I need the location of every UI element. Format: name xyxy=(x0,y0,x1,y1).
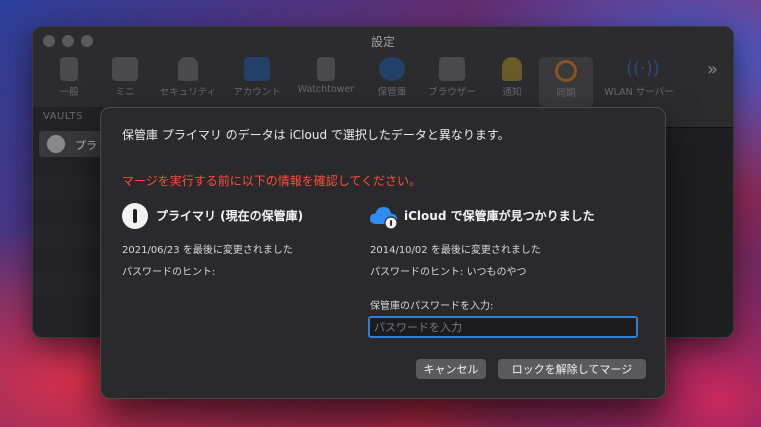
toolbar-label: ブラウザー xyxy=(428,87,476,98)
toolbar-label: Watchtower xyxy=(297,84,355,95)
vault-icon xyxy=(379,57,405,81)
vault-list-item[interactable]: プラ xyxy=(39,131,103,157)
vault-keyhole-icon xyxy=(122,203,148,229)
bell-icon xyxy=(502,57,522,81)
icloud-hint-value: いつものやつ xyxy=(466,267,527,278)
sync-icon xyxy=(555,60,577,82)
icloud-hint-label: パスワードのヒント: xyxy=(370,267,464,278)
mini-icon xyxy=(112,57,138,81)
icloud-vault-hint: パスワードのヒント: いつものやつ xyxy=(370,263,527,278)
wifi-icon: ((·)) xyxy=(626,58,660,79)
cancel-button[interactable]: キャンセル xyxy=(416,359,486,379)
toolbar-notifications[interactable]: 通知 xyxy=(491,57,533,107)
vault-icon xyxy=(47,135,65,153)
dialog-message: 保管庫 プライマリ のデータは iCloud で選択したデータと異なります。 xyxy=(122,128,510,142)
toolbar-security[interactable]: セキュリティ xyxy=(155,57,221,107)
toolbar-general[interactable]: 一般 xyxy=(47,57,91,107)
sidebar-row xyxy=(33,225,103,249)
toolbar-label: 一般 xyxy=(59,87,79,98)
vault-list-item-label: プラ xyxy=(75,139,97,152)
sidebar-row xyxy=(33,177,103,201)
phone-icon xyxy=(60,57,78,81)
flag-icon xyxy=(244,57,270,81)
toolbar-watchtower[interactable]: Watchtower xyxy=(291,57,361,107)
toolbar-label: ミニ xyxy=(115,87,135,98)
toolbar-browser[interactable]: ブラウザー xyxy=(421,57,483,107)
dialog-warning: マージを実行する前に以下の情報を確認してください。 xyxy=(122,174,422,188)
more-chevron-icon[interactable]: » xyxy=(707,59,718,80)
toolbar-label: WLAN サーバー xyxy=(604,87,674,98)
toolbar-label: 保管庫 xyxy=(377,87,407,98)
window-title: 設定 xyxy=(370,35,395,49)
toolbar-mini[interactable]: ミニ xyxy=(103,57,147,107)
local-vault-hint-label: パスワードのヒント: xyxy=(122,267,216,278)
local-vault-modified: 2021/06/23 を最後に変更されました xyxy=(122,245,293,256)
sidebar-row xyxy=(33,273,103,297)
merge-dialog: 保管庫 プライマリ のデータは iCloud で選択したデータと異なります。 マ… xyxy=(100,107,666,399)
toolbar-label: アカウント xyxy=(233,87,281,98)
tower-icon xyxy=(317,57,335,81)
toolbar-account[interactable]: アカウント xyxy=(229,57,285,107)
vaults-header: VAULTS xyxy=(43,111,84,122)
local-vault-title: プライマリ (現在の保管庫) xyxy=(156,209,304,223)
toolbar-label: セキュリティ xyxy=(159,87,217,98)
lock-icon xyxy=(178,57,198,81)
password-label: 保管庫のパスワードを入力: xyxy=(370,301,494,312)
browser-icon xyxy=(439,57,465,81)
toolbar-wlan-server[interactable]: ((·)) WLAN サーバー xyxy=(599,57,679,107)
icloud-vault-icon xyxy=(370,207,398,230)
icloud-vault-title: iCloud で保管庫が見つかりました xyxy=(404,209,595,223)
toolbar-sync[interactable]: 同期 xyxy=(539,57,593,107)
toolbar-vaults[interactable]: 保管庫 xyxy=(369,57,415,107)
toolbar-label: 同期 xyxy=(556,88,576,99)
vault-password-input[interactable] xyxy=(368,316,638,338)
toolbar-label: 通知 xyxy=(502,87,522,98)
icloud-vault-modified: 2014/10/02 を最後に変更されました xyxy=(370,245,541,256)
unlock-and-merge-button[interactable]: ロックを解除してマージ xyxy=(498,359,646,379)
